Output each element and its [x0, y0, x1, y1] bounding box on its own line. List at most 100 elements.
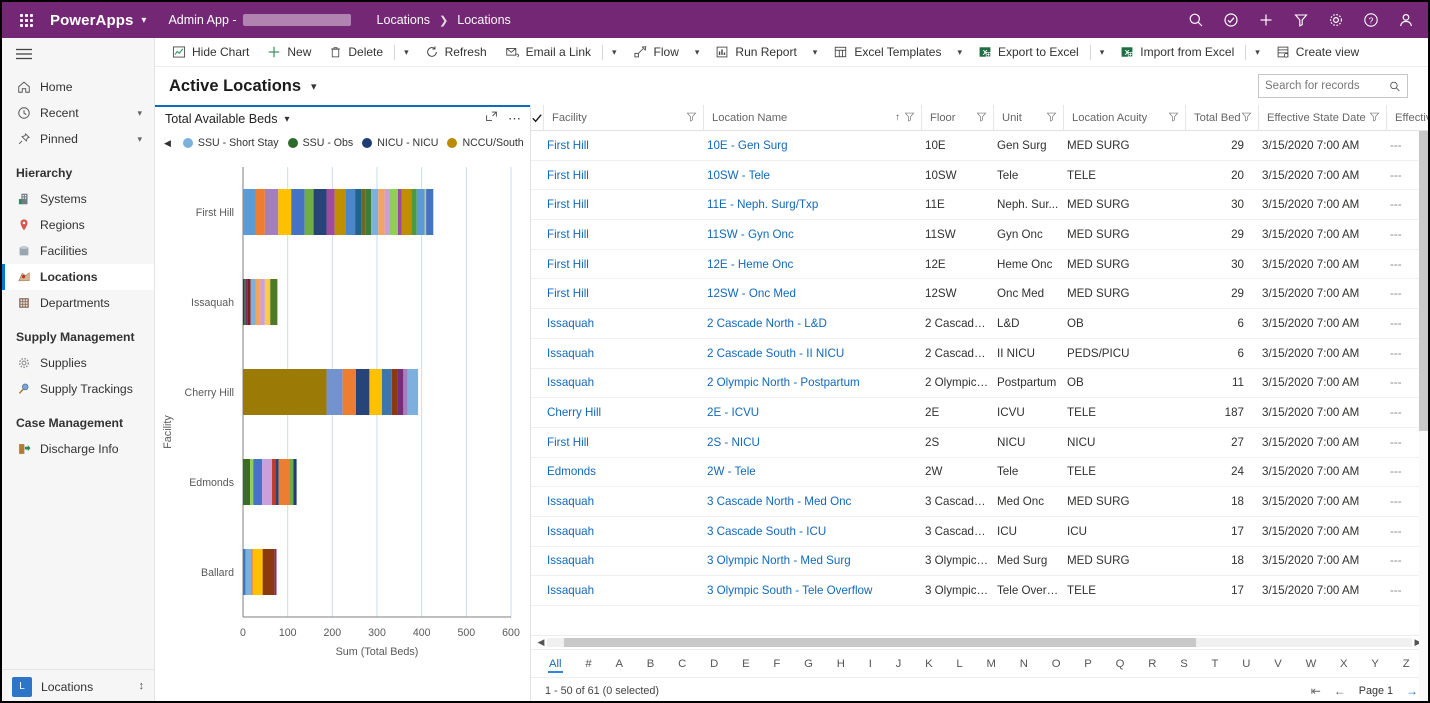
bar-segment[interactable]	[345, 189, 356, 235]
cell-name[interactable]: 2E - ICVU	[699, 406, 917, 419]
chart-more-options-icon[interactable]: ⋯	[508, 111, 522, 127]
alpha-filter-s[interactable]: S	[1176, 657, 1192, 671]
expand-chart-icon[interactable]	[485, 110, 498, 128]
cell-facility[interactable]: First Hill	[539, 258, 699, 271]
sidebar-item-facilities[interactable]: Facilities	[2, 238, 154, 264]
bar-segment[interactable]	[361, 189, 366, 235]
first-page-button[interactable]: ⇤	[1311, 684, 1321, 698]
cell-name[interactable]: 2W - Tele	[699, 465, 917, 478]
table-row[interactable]: Issaquah 3 Olympic South - Tele Overflow 3…	[531, 576, 1428, 606]
sidebar-collapse-button[interactable]	[2, 38, 154, 70]
alpha-filter-o[interactable]: O	[1048, 657, 1065, 671]
bar-segment[interactable]	[243, 369, 327, 415]
bar-segment[interactable]	[244, 279, 246, 325]
alpha-filter-hash[interactable]: #	[581, 657, 595, 671]
sidebar-item-recent[interactable]: Recent ▾	[2, 100, 154, 126]
bar-segment[interactable]	[243, 549, 246, 595]
email-overflow-caret[interactable]: ▾	[605, 38, 624, 67]
excel-templates-button[interactable]: Excel Templates	[824, 38, 950, 67]
cell-name[interactable]: 3 Cascade South - ICU	[699, 525, 917, 538]
table-row[interactable]: Issaquah 2 Cascade North - L&D 2 Cascade .…	[531, 309, 1428, 339]
alpha-filter-j[interactable]: J	[892, 657, 906, 671]
bar-segment[interactable]	[391, 369, 398, 415]
grid-horizontal-scrollbar[interactable]: ◀ ▶	[531, 635, 1428, 649]
sidebar-item-regions[interactable]: Regions	[2, 212, 154, 238]
bar-segment[interactable]	[326, 189, 335, 235]
alpha-filter-r[interactable]: R	[1144, 657, 1160, 671]
cell-name[interactable]: 2 Cascade North - L&D	[699, 317, 917, 330]
alpha-filter-b[interactable]: B	[643, 657, 659, 671]
sort-ascending-icon[interactable]: ↑	[895, 112, 900, 123]
sidebar-item-locations[interactable]: Locations	[2, 264, 154, 290]
bar-segment[interactable]	[291, 189, 305, 235]
bar-segment[interactable]	[369, 369, 382, 415]
sidebar-item-supplies[interactable]: Supplies	[2, 350, 154, 376]
plus-icon[interactable]	[1249, 2, 1282, 38]
bar-segment[interactable]	[313, 189, 327, 235]
bar-segment[interactable]	[365, 189, 372, 235]
cell-facility[interactable]: Issaquah	[539, 584, 699, 597]
bar-segment[interactable]	[272, 459, 276, 505]
bar-segment[interactable]	[355, 189, 362, 235]
grid-vertical-scrollbar[interactable]	[1419, 131, 1428, 701]
table-row[interactable]: First Hill 11SW - Gyn Onc 11SW Gyn Onc MED S…	[531, 220, 1428, 250]
cell-name[interactable]: 10E - Gen Surg	[699, 139, 917, 152]
cell-facility[interactable]: First Hill	[539, 198, 699, 211]
search-icon[interactable]	[1179, 2, 1212, 38]
legend-item[interactable]: SSU - Obs	[287, 137, 353, 149]
legend-item[interactable]: NCCU/South	[447, 137, 524, 149]
flow-button[interactable]: Flow	[624, 38, 688, 67]
alpha-filter-e[interactable]: E	[738, 657, 754, 671]
sidebar-item-pinned[interactable]: Pinned ▾	[2, 126, 154, 152]
search-input[interactable]	[1265, 80, 1390, 92]
column-header-effective-end-date[interactable]: Effective End Date	[1386, 104, 1428, 131]
chart-selector-chevron-down-icon[interactable]: ▾	[285, 114, 290, 125]
breadcrumb-item-1[interactable]: Locations	[457, 13, 511, 27]
export-overflow-caret[interactable]: ▾	[1093, 38, 1112, 67]
bar-segment[interactable]	[397, 189, 402, 235]
bar-segment[interactable]	[245, 549, 252, 595]
bar-segment[interactable]	[262, 459, 273, 505]
bar-segment[interactable]	[274, 549, 277, 595]
new-button[interactable]: New	[258, 38, 320, 67]
column-header-total-beds[interactable]: Total Beds	[1185, 104, 1258, 131]
sidebar-item-home[interactable]: Home	[2, 74, 154, 100]
bar-segment[interactable]	[252, 549, 263, 595]
bar-segment[interactable]	[247, 279, 251, 325]
cell-facility[interactable]: First Hill	[539, 436, 699, 449]
cell-facility[interactable]: Issaquah	[539, 554, 699, 567]
cell-name[interactable]: 11SW - Gyn Onc	[699, 228, 917, 241]
delete-overflow-caret[interactable]: ▾	[397, 38, 416, 67]
alpha-filter-y[interactable]: Y	[1367, 657, 1383, 671]
account-icon[interactable]	[1389, 2, 1422, 38]
chevron-down-icon[interactable]: ▾	[137, 134, 142, 145]
scrollbar-thumb[interactable]	[564, 638, 1196, 647]
bar-segment[interactable]	[260, 279, 265, 325]
table-row[interactable]: Issaquah 3 Cascade North - Med Onc 3 Casca…	[531, 487, 1428, 517]
cell-name[interactable]: 3 Olympic North - Med Surg	[699, 554, 917, 567]
column-header-unit[interactable]: Unit	[993, 104, 1063, 131]
bar-segment[interactable]	[411, 189, 417, 235]
legend-item[interactable]: NICU - NICU	[362, 137, 438, 149]
table-row[interactable]: First Hill 12SW - Onc Med 12SW Onc Med MED S…	[531, 279, 1428, 310]
table-row[interactable]: Issaquah 2 Cascade South - II NICU 2 Casca…	[531, 339, 1428, 369]
run-report-caret[interactable]: ▾	[806, 38, 825, 67]
bar-segment[interactable]	[293, 459, 297, 505]
column-filter-icon[interactable]	[1168, 111, 1179, 125]
sidebar-item-supply-trackings[interactable]: Supply Trackings	[2, 376, 154, 402]
table-row[interactable]: Cherry Hill 2E - ICVU 2E ICVU TELE 187 3/15/20…	[531, 398, 1428, 428]
bar-segment[interactable]	[378, 189, 385, 235]
excel-templates-caret[interactable]: ▾	[950, 38, 969, 67]
breadcrumb-item-0[interactable]: Locations	[377, 13, 431, 27]
bar-segment[interactable]	[381, 369, 392, 415]
column-filter-icon[interactable]	[904, 111, 915, 125]
bar-segment[interactable]	[255, 279, 261, 325]
column-header-effective-state-date[interactable]: Effective State Date	[1258, 104, 1386, 131]
sidebar-item-systems[interactable]: Systems	[2, 186, 154, 212]
alpha-filter-g[interactable]: G	[800, 657, 817, 671]
column-filter-icon[interactable]	[1046, 111, 1057, 125]
cell-facility[interactable]: First Hill	[539, 228, 699, 241]
column-header-location-acuity[interactable]: Location Acuity	[1063, 104, 1185, 131]
brand-chevron-down-icon[interactable]: ▾	[141, 15, 146, 26]
cell-name[interactable]: 12SW - Onc Med	[699, 287, 917, 300]
